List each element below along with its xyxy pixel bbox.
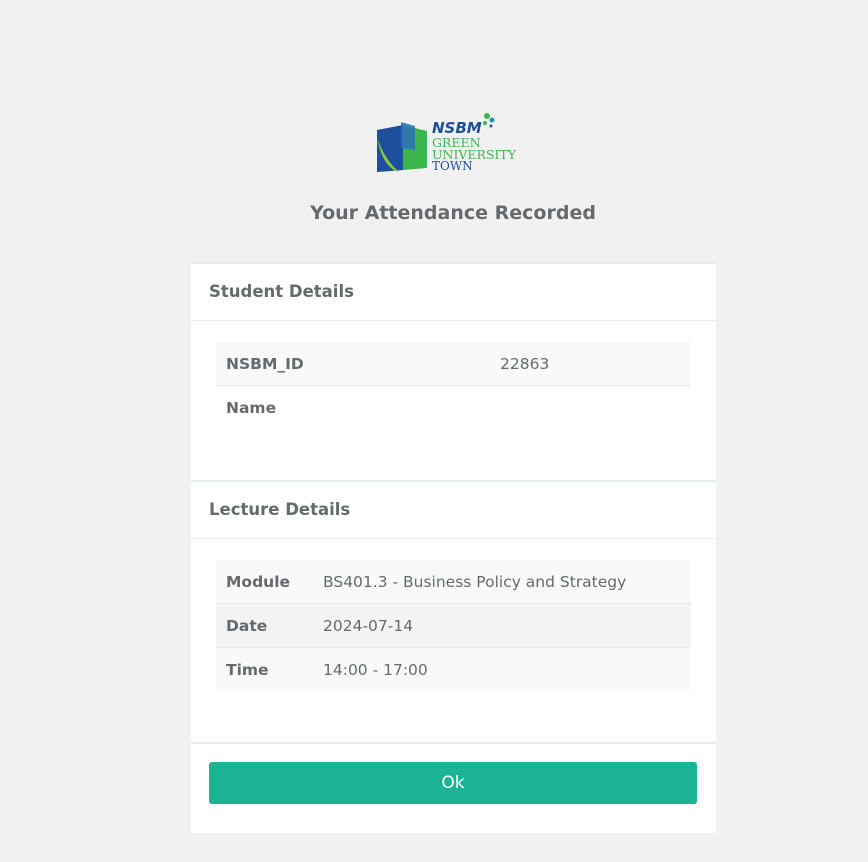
student-name-value bbox=[490, 385, 691, 429]
student-details-header: Student Details bbox=[191, 264, 716, 321]
date-label: Date bbox=[216, 603, 313, 648]
student-details-table: NSBM_ID 22863 Name bbox=[216, 342, 691, 429]
lecture-details-header: Lecture Details bbox=[191, 482, 716, 539]
lecture-details-card: Lecture Details Module BS401.3 - Busines… bbox=[191, 480, 716, 744]
student-details-card: Student Details NSBM_ID 22863 Name bbox=[191, 262, 716, 482]
table-row: NSBM_ID 22863 bbox=[216, 342, 691, 386]
student-id-value: 22863 bbox=[490, 342, 691, 386]
nsbm-logo-mark: NSBM GREEN UNIVERSITY TOWN bbox=[377, 113, 517, 173]
date-value: 2024-07-14 bbox=[313, 603, 691, 648]
module-label: Module bbox=[216, 560, 313, 604]
student-name-label: Name bbox=[216, 385, 490, 429]
table-row: Module BS401.3 - Business Policy and Str… bbox=[216, 560, 691, 604]
page-title: Your Attendance Recorded bbox=[310, 202, 596, 224]
ok-button[interactable]: Ok bbox=[209, 762, 697, 804]
module-value: BS401.3 - Business Policy and Strategy bbox=[313, 560, 691, 604]
card-footer: Ok bbox=[191, 742, 716, 833]
table-row: Time 14:00 - 17:00 bbox=[216, 647, 691, 691]
time-label: Time bbox=[216, 647, 313, 691]
logo-line3: TOWN bbox=[432, 159, 473, 173]
lecture-details-table: Module BS401.3 - Business Policy and Str… bbox=[216, 560, 691, 691]
table-row: Name bbox=[216, 385, 691, 429]
table-row: Date 2024-07-14 bbox=[216, 603, 691, 648]
time-value: 14:00 - 17:00 bbox=[313, 647, 691, 691]
nsbm-logo: NSBM GREEN UNIVERSITY TOWN bbox=[375, 110, 535, 176]
student-id-label: NSBM_ID bbox=[216, 342, 490, 386]
